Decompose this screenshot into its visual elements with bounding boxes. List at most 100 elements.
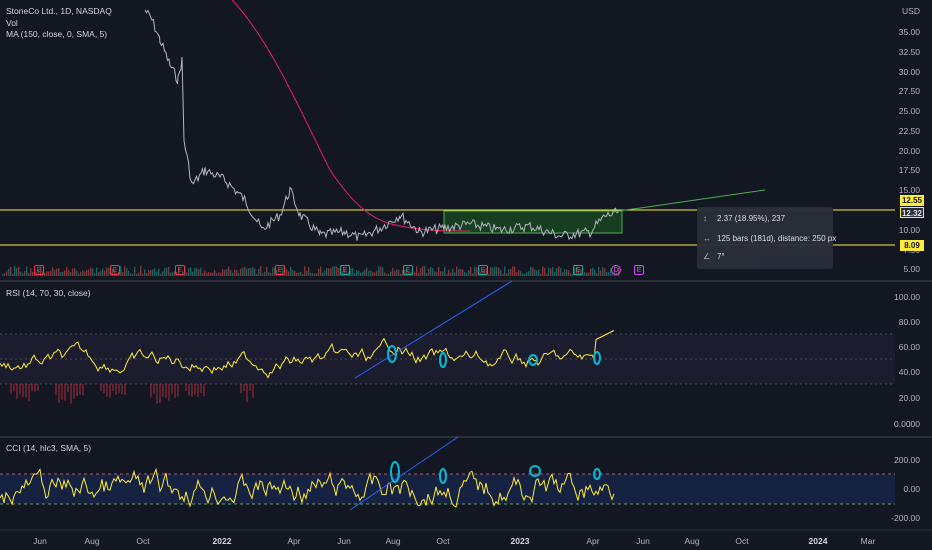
volume-bar	[420, 268, 422, 276]
moving-average-line	[231, 0, 471, 232]
volume-bar	[520, 271, 522, 276]
volume-bar	[530, 266, 532, 276]
earnings-flag[interactable]: E	[573, 265, 583, 275]
volume-bar	[88, 269, 90, 276]
rsi-histogram-bar	[156, 384, 158, 404]
price-tag-current: 12.32	[900, 207, 924, 218]
cci-tick: 0.00	[903, 484, 920, 494]
time-tick: Oct	[735, 536, 749, 546]
volume-bar	[4, 273, 6, 276]
currency-label: USD	[902, 6, 920, 16]
volume-bar	[556, 268, 558, 276]
volume-bar	[538, 269, 540, 276]
earnings-flag[interactable]: E	[175, 265, 185, 275]
time-tick: Oct	[136, 536, 150, 546]
volume-bar	[208, 271, 210, 276]
earnings-flag[interactable]: E	[110, 265, 120, 275]
volume-bar	[46, 271, 48, 276]
earnings-flag[interactable]: E	[34, 265, 44, 275]
measure-bars-row: ↔ 125 bars (181d), distance: 250 px	[703, 234, 836, 244]
volume-bar	[550, 268, 552, 276]
volume-bar	[18, 266, 20, 276]
volume-bar	[84, 271, 86, 276]
volume-bar	[140, 266, 142, 276]
time-tick: Apr	[586, 536, 600, 546]
earnings-flag-upcoming[interactable]: E	[634, 265, 644, 275]
rsi-histogram-bar	[70, 384, 72, 404]
volume-bar	[124, 266, 126, 276]
rsi-histogram-bar	[109, 384, 111, 398]
rsi-histogram-bar	[34, 384, 36, 392]
volume-bar	[474, 266, 476, 276]
volume-bar	[306, 270, 308, 276]
time-tick: 2022	[212, 536, 232, 546]
volume-bar	[132, 273, 134, 276]
chart-canvas[interactable]	[0, 0, 932, 550]
time-tick: Jun	[33, 536, 47, 546]
volume-bar	[504, 266, 506, 276]
rsi-tick: 60.00	[898, 342, 920, 352]
price-line	[144, 9, 619, 241]
earnings-flag[interactable]: E	[478, 265, 488, 275]
time-tick: Aug	[385, 536, 401, 546]
volume-bar	[602, 267, 604, 276]
volume-bar	[378, 266, 380, 276]
earnings-flag[interactable]: E	[340, 265, 350, 275]
rsi-histogram-bar	[76, 384, 78, 397]
volume-bar	[296, 273, 298, 276]
rsi-tick: 0.0000	[894, 419, 920, 429]
time-tick: 2024	[808, 536, 828, 546]
volume-bar	[384, 272, 386, 276]
volume-legend[interactable]: Vol	[6, 18, 18, 28]
volume-bar	[542, 266, 544, 276]
ma-legend[interactable]: MA (150, close, 0, SMA, 5)	[6, 29, 107, 39]
volume-bar	[298, 272, 300, 276]
volume-bar	[600, 270, 602, 276]
symbol-title[interactable]: StoneCo Ltd., 1D, NASDAQ	[6, 6, 112, 16]
earnings-flag[interactable]: E	[275, 265, 285, 275]
volume-bar	[292, 269, 294, 276]
volume-bar	[244, 267, 246, 276]
volume-bar	[488, 273, 490, 276]
volume-bar	[512, 266, 514, 276]
volume-bar	[262, 273, 264, 276]
volume-bar	[102, 268, 104, 276]
volume-bar	[56, 268, 58, 276]
volume-bar	[528, 271, 530, 276]
volume-bar	[100, 270, 102, 276]
volume-bar	[138, 272, 140, 276]
rsi-histogram-bar	[165, 384, 167, 398]
earnings-flag[interactable]: E	[403, 265, 413, 275]
volume-bar	[192, 271, 194, 276]
price-tick: 30.00	[898, 67, 920, 77]
volume-bar	[158, 268, 160, 276]
volume-bar	[144, 269, 146, 276]
volume-bar	[552, 266, 554, 276]
rsi-histogram-bar	[13, 384, 15, 392]
dividend-flag[interactable]: D	[611, 265, 621, 275]
cci-legend[interactable]: CCI (14, hlc3, SMA, 5)	[6, 443, 91, 453]
rsi-histogram-bar	[168, 384, 170, 401]
time-tick: Oct	[436, 536, 450, 546]
rsi-histogram-bar	[150, 384, 152, 398]
rsi-histogram-bar	[121, 384, 123, 395]
volume-bar	[216, 273, 218, 276]
volume-bar	[272, 267, 274, 276]
time-tick: 2023	[510, 536, 530, 546]
volume-bar	[186, 272, 188, 276]
time-tick: Aug	[684, 536, 700, 546]
time-tick: Aug	[84, 536, 100, 546]
price-tick: 20.00	[898, 146, 920, 156]
price-tick: 25.00	[898, 106, 920, 116]
rsi-legend[interactable]: RSI (14, 70, 30, close)	[6, 288, 91, 298]
volume-bar	[148, 270, 150, 276]
rsi-histogram-bar	[58, 384, 60, 403]
volume-bar	[294, 271, 296, 276]
volume-bar	[436, 272, 438, 276]
rsi-histogram-bar	[103, 384, 105, 394]
volume-bar	[388, 273, 390, 276]
volume-bar	[424, 266, 426, 276]
volume-bar	[30, 268, 32, 276]
volume-bar	[448, 269, 450, 276]
volume-bar	[356, 269, 358, 276]
